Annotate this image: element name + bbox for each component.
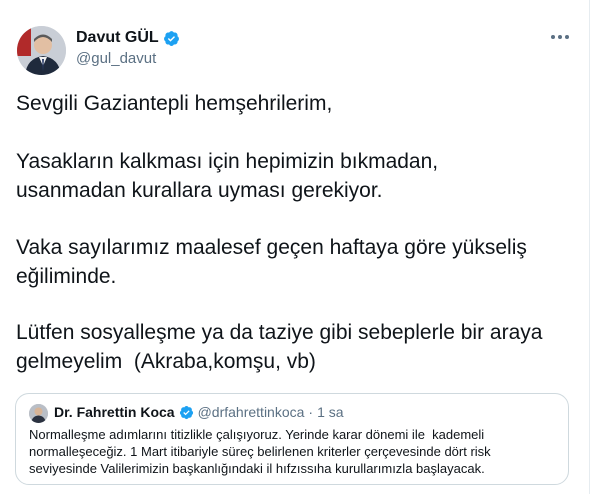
quoted-tweet-header: Dr. Fahrettin Koca @drfahrettinkoca · 1 …: [54, 404, 344, 420]
quoted-tweet-line: seviyesinde Valilerimizin başkanlığındak…: [29, 461, 485, 476]
quoted-tweet-line: normalleşeceğiz. 1 Mart itibariyle süreç…: [29, 444, 491, 459]
author-avatar[interactable]: [17, 26, 66, 75]
quoted-tweet-time: 1 sa: [317, 404, 344, 420]
tweet-line: Vaka sayılarımız maalesef geçen haftaya …: [16, 236, 527, 259]
author-display-name[interactable]: Davut GÜL: [76, 29, 159, 47]
more-options-icon[interactable]: [551, 31, 573, 43]
tweet-line: eğiliminde.: [16, 265, 117, 288]
tweet-line: Lütfen sosyalleşme ya da taziye gibi seb…: [16, 321, 543, 344]
author-handle[interactable]: @gul_davut: [76, 50, 156, 67]
tweet-line: Yasakların kalkması için hepimizin bıkma…: [16, 150, 439, 173]
quoted-tweet-text: Normalleşme adımlarını titizlikle çalışı…: [29, 426, 559, 477]
tweet: Davut GÜL @gul_davut Sevgili Gaziantepli…: [0, 0, 590, 494]
author-name-row: Davut GÜL: [76, 29, 180, 47]
tweet-paragraph: Vaka sayılarımız maalesef geçen haftaya …: [16, 233, 527, 291]
separator-dot: ·: [308, 404, 314, 420]
quoted-tweet-line: Normalleşme adımlarını titizlikle çalışı…: [29, 427, 485, 442]
verified-badge-icon: [163, 30, 180, 47]
tweet-line: usanmadan kurallara uyması gerekiyor.: [16, 179, 383, 202]
quoted-author-name: Dr. Fahrettin Koca: [54, 404, 175, 420]
tweet-line: gelmeyelim (Akraba,komşu, vb): [16, 350, 316, 373]
quoted-author-handle: @drfahrettinkoca: [197, 404, 305, 420]
tweet-line: Sevgili Gaziantepli hemşehrilerim,: [16, 92, 333, 115]
quoted-tweet[interactable]: Dr. Fahrettin Koca @drfahrettinkoca · 1 …: [15, 393, 569, 485]
quoted-author-avatar: [29, 404, 48, 423]
tweet-paragraph: Yasakların kalkması için hepimizin bıkma…: [16, 147, 438, 205]
tweet-paragraph: Lütfen sosyalleşme ya da taziye gibi seb…: [16, 318, 542, 376]
verified-badge-icon: [179, 405, 194, 420]
tweet-paragraph: Sevgili Gaziantepli hemşehrilerim,: [16, 89, 332, 118]
